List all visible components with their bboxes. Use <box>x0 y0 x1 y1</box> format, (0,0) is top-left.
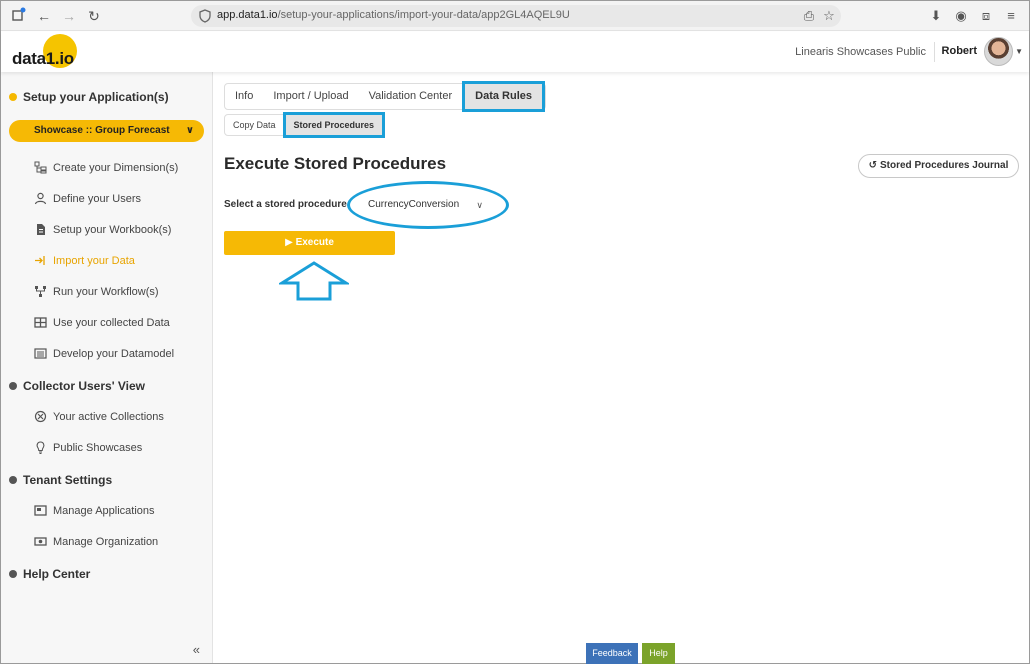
application-selector[interactable]: Showcase :: Group Forecast ∨ <box>9 120 204 142</box>
sidebar-item-manage-organization[interactable]: Manage Organization <box>34 535 158 548</box>
apps-icon <box>34 504 47 517</box>
tab-copy-data[interactable]: Copy Data <box>225 115 284 135</box>
help-button[interactable]: Help <box>642 643 675 664</box>
table-icon <box>34 316 47 329</box>
sidebar-item-dimensions[interactable]: Create your Dimension(s) <box>34 161 178 174</box>
url-text: app.data1.io/setup-your-applications/imp… <box>217 9 570 21</box>
sidebar-section-collector[interactable]: Collector Users' View <box>9 379 145 393</box>
org-icon <box>34 535 47 548</box>
up-arrow-icon <box>279 261 349 301</box>
tab-info[interactable]: Info <box>225 84 263 109</box>
history-icon: ↺ <box>868 160 877 171</box>
collection-icon <box>34 410 47 423</box>
tab-data-rules[interactable]: Data Rules <box>462 81 545 112</box>
sidebar-item-workflows[interactable]: Run your Workflow(s) <box>34 285 159 298</box>
tenant-name[interactable]: Linearis Showcases Public <box>795 46 926 58</box>
sidebar-item-active-collections[interactable]: Your active Collections <box>34 410 164 423</box>
datamodel-icon <box>34 347 47 360</box>
import-icon <box>34 254 47 267</box>
back-icon[interactable]: ← <box>35 7 53 25</box>
feedback-button[interactable]: Feedback <box>586 643 638 664</box>
page-title: Execute Stored Procedures <box>224 154 447 173</box>
sidebar-section-help[interactable]: Help Center <box>9 567 90 581</box>
sidebar-section-setup[interactable]: Setup your Application(s) <box>9 90 169 104</box>
tab-validation-center[interactable]: Validation Center <box>359 84 463 109</box>
chevron-down-icon[interactable]: ▼ <box>1015 47 1023 56</box>
collapse-sidebar-icon[interactable]: « <box>193 642 200 657</box>
sidebar: Setup your Application(s) Showcase :: Gr… <box>1 72 213 663</box>
install-app-icon[interactable]: ⎙ <box>801 8 817 24</box>
logo[interactable]: data1.io <box>12 49 74 69</box>
chevron-down-icon: ∨ <box>185 125 194 136</box>
highlight-ellipse <box>347 181 509 229</box>
site-info-icon[interactable] <box>197 8 213 24</box>
user-name[interactable]: Robert <box>942 45 977 57</box>
reload-icon[interactable]: ↻ <box>85 7 103 25</box>
sidebar-item-public-showcases[interactable]: Public Showcases <box>34 441 142 454</box>
workflow-icon <box>34 285 47 298</box>
sidebar-item-users[interactable]: Define your Users <box>34 192 141 205</box>
tab-stored-procedures[interactable]: Stored Procedures <box>282 112 386 138</box>
address-bar[interactable]: app.data1.io/setup-your-applications/imp… <box>191 5 841 27</box>
tab-import-upload[interactable]: Import / Upload <box>263 84 358 109</box>
main-tabs: Info Import / Upload Validation Center D… <box>224 81 546 112</box>
forward-icon[interactable]: → <box>60 7 78 25</box>
extensions-icon[interactable]: ⧈ <box>977 7 995 25</box>
bulb-icon <box>34 441 47 454</box>
sub-tabs: Copy Data Stored Procedures <box>224 112 386 138</box>
section-dot-icon <box>9 476 17 484</box>
play-icon: ▶ <box>285 237 293 248</box>
section-dot-icon <box>9 93 17 101</box>
execute-button[interactable]: ▶ Execute <box>224 231 395 255</box>
sidebar-item-manage-applications[interactable]: Manage Applications <box>34 504 155 517</box>
download-icon[interactable]: ⬇ <box>927 7 945 25</box>
sidebar-section-tenant[interactable]: Tenant Settings <box>9 473 112 487</box>
avatar[interactable] <box>984 37 1013 66</box>
user-icon <box>34 192 47 205</box>
tab-overview-icon[interactable] <box>10 7 28 25</box>
menu-icon[interactable]: ≡ <box>1002 7 1020 25</box>
section-dot-icon <box>9 382 17 390</box>
header-divider <box>934 42 935 62</box>
file-icon <box>34 223 47 236</box>
bookmark-star-icon[interactable]: ☆ <box>821 8 837 24</box>
stored-procedures-journal-button[interactable]: ↺ Stored Procedures Journal <box>858 154 1019 178</box>
procedure-select-label: Select a stored procedure <box>224 199 347 210</box>
sidebar-item-import-data[interactable]: Import your Data <box>34 254 135 267</box>
sidebar-item-workbooks[interactable]: Setup your Workbook(s) <box>34 223 171 236</box>
section-dot-icon <box>9 570 17 578</box>
dimension-icon <box>34 161 47 174</box>
browser-toolbar: ← → ↻ app.data1.io/setup-your-applicatio… <box>1 1 1029 31</box>
sidebar-item-collected-data[interactable]: Use your collected Data <box>34 316 170 329</box>
account-icon[interactable]: ◉ <box>952 7 970 25</box>
app-header: data1.io Linearis Showcases Public Rober… <box>1 32 1029 72</box>
sidebar-item-datamodel[interactable]: Develop your Datamodel <box>34 347 174 360</box>
